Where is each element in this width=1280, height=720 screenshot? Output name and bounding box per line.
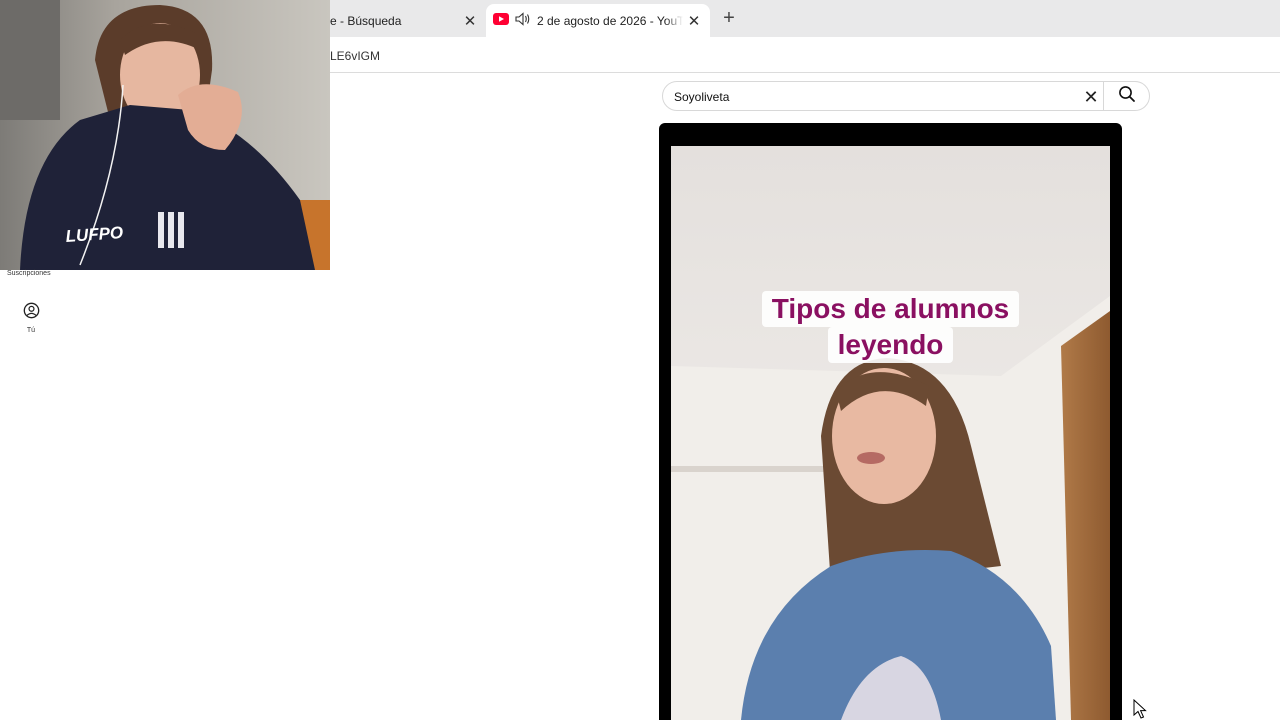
webcam-overlay: LUFPO: [0, 0, 330, 270]
video-image: [671, 146, 1110, 720]
mouse-pointer-icon: [1133, 698, 1147, 719]
sidebar-item-label: Tú: [26, 327, 36, 334]
youtube-icon: [493, 13, 509, 28]
screen: e - Búsqueda ✕ 2 de agosto de 2026 - You…: [0, 0, 1280, 720]
search-input[interactable]: [674, 88, 1074, 106]
tab-title: e - Búsqueda: [330, 13, 402, 28]
svg-text:LUFPO: LUFPO: [65, 223, 124, 246]
tab-search[interactable]: e - Búsqueda ✕: [330, 4, 482, 37]
search-icon: [1118, 85, 1136, 108]
video-caption-overlay: Tipos de alumnos leyendo: [671, 291, 1110, 364]
new-tab-button[interactable]: +: [720, 7, 738, 29]
shorts-player[interactable]: Tipos de alumnos leyendo: [659, 123, 1122, 720]
clear-search-button[interactable]: ✕: [1081, 87, 1101, 107]
sidebar-item-subscriptions[interactable]: Suscripciones: [7, 270, 51, 277]
tab-close-button[interactable]: ✕: [462, 12, 478, 30]
sidebar-item-you[interactable]: Tú: [14, 302, 48, 338]
tab-youtube-active[interactable]: 2 de agosto de 2026 - YouTube ✕: [486, 4, 710, 37]
url-text[interactable]: LE6vIGM: [330, 49, 380, 63]
search-button[interactable]: [1104, 82, 1149, 110]
search-box: ✕: [662, 81, 1150, 111]
video-frame[interactable]: Tipos de alumnos leyendo: [671, 146, 1110, 720]
webcam-image: LUFPO: [0, 0, 330, 270]
account-circle-icon: [23, 302, 40, 324]
caption-line: Tipos de alumnos: [761, 291, 1020, 328]
speaker-icon[interactable]: [515, 12, 531, 29]
tab-close-button[interactable]: ✕: [686, 12, 702, 30]
caption-line: leyendo: [827, 327, 954, 364]
tab-title: 2 de agosto de 2026 - YouTube: [537, 13, 683, 28]
